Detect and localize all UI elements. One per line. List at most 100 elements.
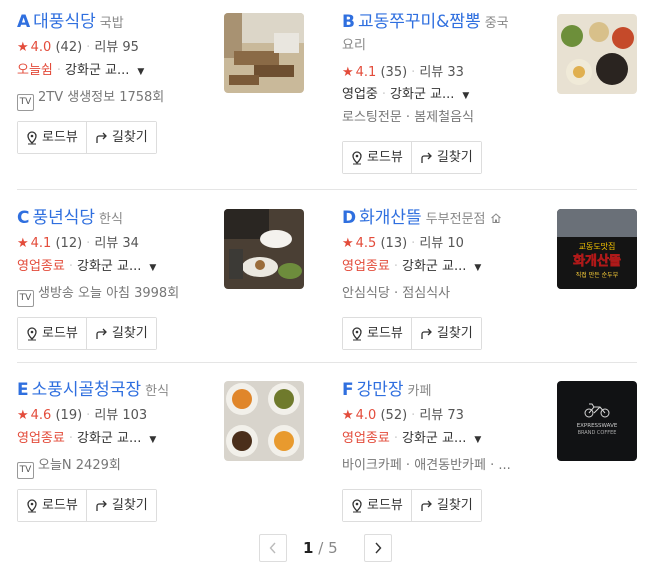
star-icon: ★ (342, 408, 354, 423)
separator: · (411, 65, 416, 80)
place-name-line[interactable]: B 교동쭈꾸미&짬뽕 중국 요리 (342, 10, 542, 56)
roadview-button[interactable]: 로드뷰 (343, 490, 411, 521)
address[interactable]: 강화군 교... (390, 87, 454, 102)
rating-line: ★ 4.0 (52) · 리뷰 73 (342, 407, 464, 425)
sub-info-text[interactable]: 오늘N 2429회 (38, 458, 121, 473)
address[interactable]: 강화군 교... (65, 63, 129, 78)
roadview-button[interactable]: 로드뷰 (18, 122, 86, 153)
review-link[interactable]: 리뷰 10 (419, 236, 464, 251)
row-divider (17, 362, 637, 363)
place-thumbnail[interactable] (557, 14, 637, 94)
place-thumbnail[interactable] (224, 209, 304, 289)
action-buttons: 로드뷰 길찾기 (17, 489, 157, 522)
roadview-button[interactable]: 로드뷰 (18, 318, 86, 349)
roadview-label: 로드뷰 (42, 498, 78, 513)
turn-arrow-icon (421, 328, 432, 339)
status-badge: 영업종료 (342, 431, 390, 446)
rating-score: 4.5 (355, 236, 377, 251)
address[interactable]: 강화군 교... (77, 259, 141, 274)
review-link[interactable]: 리뷰 33 (419, 65, 464, 80)
directions-button[interactable]: 길찾기 (410, 490, 481, 521)
roadview-button[interactable]: 로드뷰 (18, 490, 86, 521)
place-category: 카페 (407, 384, 432, 399)
sub-info-text[interactable]: 2TV 생생정보 1758회 (38, 90, 164, 105)
page-separator: / (318, 539, 324, 557)
roadview-label: 로드뷰 (367, 326, 403, 341)
sub-info-text[interactable]: 안심식당 · 점심식사 (342, 286, 450, 301)
rating-count: (52) (380, 408, 408, 423)
location-pin-icon (352, 326, 362, 340)
sub-info-text[interactable]: 로스팅전문 · 봄제철음식 (342, 110, 474, 125)
separator: · (411, 236, 416, 251)
address[interactable]: 강화군 교... (402, 259, 466, 274)
place-name-line[interactable]: F 강만장 카페 (342, 378, 552, 404)
directions-button[interactable]: 길찾기 (410, 318, 481, 349)
directions-button[interactable]: 길찾기 (410, 142, 481, 173)
turn-arrow-icon (96, 328, 107, 339)
directions-button[interactable]: 길찾기 (85, 122, 156, 153)
sub-info: TV 오늘N 2429회 (17, 457, 121, 479)
place-name-line[interactable]: D 화개산뜰 두부전문점 (342, 206, 552, 232)
tv-icon: TV (17, 94, 34, 111)
place-thumbnail[interactable]: EXPRESSWAVE BRAND COFFEE (557, 381, 637, 461)
turn-arrow-icon (421, 152, 432, 163)
place-thumbnail[interactable] (224, 13, 304, 93)
place-category: 국밥 (99, 16, 124, 31)
current-page: 1 (303, 539, 314, 557)
sub-info-text[interactable]: 바이크카페 · 애견동반카페 · ... (342, 458, 511, 473)
directions-button[interactable]: 길찾기 (85, 318, 156, 349)
place-title[interactable]: 대풍식당 (33, 12, 96, 32)
action-buttons: 로드뷰 길찾기 (17, 317, 157, 350)
location-pin-icon (27, 326, 37, 340)
place-thumbnail[interactable] (224, 381, 304, 461)
address[interactable]: 강화군 교... (402, 431, 466, 446)
roadview-button[interactable]: 로드뷰 (343, 318, 411, 349)
location-pin-icon (352, 150, 362, 164)
place-card-a: A 대풍식당 국밥 ★ 4.0 (42) · 리뷰 95 오늘쉼 · 강화군 교... ▼ TV… (17, 10, 327, 180)
sub-info: 바이크카페 · 애견동반카페 · ... (342, 457, 511, 475)
rating-count: (35) (380, 65, 408, 80)
place-title[interactable]: 풍년식당 (32, 208, 95, 228)
rating-score: 4.1 (30, 236, 52, 251)
rating-count: (12) (55, 236, 83, 251)
directions-button[interactable]: 길찾기 (85, 490, 156, 521)
place-title[interactable]: 소풍시골청국장 (32, 380, 141, 400)
place-category: 한식 (99, 212, 123, 227)
status-badge: 오늘쉼 (17, 63, 53, 78)
pagination: 1 / 5 (0, 534, 651, 564)
caret-down-icon[interactable]: ▼ (474, 435, 481, 445)
tv-icon: TV (17, 290, 34, 307)
status-badge: 영업종료 (17, 431, 65, 446)
status-badge: 영업종료 (342, 259, 390, 274)
caret-down-icon[interactable]: ▼ (137, 67, 144, 77)
rating-line: ★ 4.6 (19) · 리뷰 103 (17, 407, 147, 425)
next-page-button[interactable] (364, 534, 392, 562)
place-thumbnail[interactable]: 교동도맛집 화개산뜰 직접 만든 순두부 (557, 209, 637, 289)
sub-info-text[interactable]: 생방송 오늘 아침 3998회 (38, 286, 179, 301)
place-name-line[interactable]: A 대풍식당 국밥 (17, 10, 227, 36)
separator: · (56, 63, 62, 78)
place-name-line[interactable]: E 소풍시골청국장 한식 (17, 378, 227, 404)
thumb-text-2: 화개산뜰 (573, 253, 621, 269)
review-link[interactable]: 리뷰 34 (94, 236, 139, 251)
roadview-label: 로드뷰 (42, 130, 78, 145)
prev-page-button[interactable] (259, 534, 287, 562)
review-link[interactable]: 리뷰 95 (94, 40, 139, 55)
review-link[interactable]: 리뷰 73 (419, 408, 464, 423)
place-title[interactable]: 강만장 (357, 380, 404, 400)
caret-down-icon[interactable]: ▼ (149, 263, 156, 273)
place-title[interactable]: 교동쭈꾸미&짬뽕 (358, 12, 481, 32)
turn-arrow-icon (96, 500, 107, 511)
place-category: 중국 (484, 16, 509, 31)
review-link[interactable]: 리뷰 103 (94, 408, 147, 423)
address[interactable]: 강화군 교... (77, 431, 141, 446)
place-name-line[interactable]: C 풍년식당 한식 (17, 206, 227, 232)
caret-down-icon[interactable]: ▼ (149, 435, 156, 445)
caret-down-icon[interactable]: ▼ (474, 263, 481, 273)
place-title[interactable]: 화개산뜰 (359, 208, 422, 228)
roadview-label: 로드뷰 (367, 150, 403, 165)
thumb-logo-line2: BRAND COFFEE (578, 430, 617, 436)
caret-down-icon[interactable]: ▼ (462, 91, 469, 101)
roadview-button[interactable]: 로드뷰 (343, 142, 411, 173)
action-buttons: 로드뷰 길찾기 (342, 141, 482, 174)
